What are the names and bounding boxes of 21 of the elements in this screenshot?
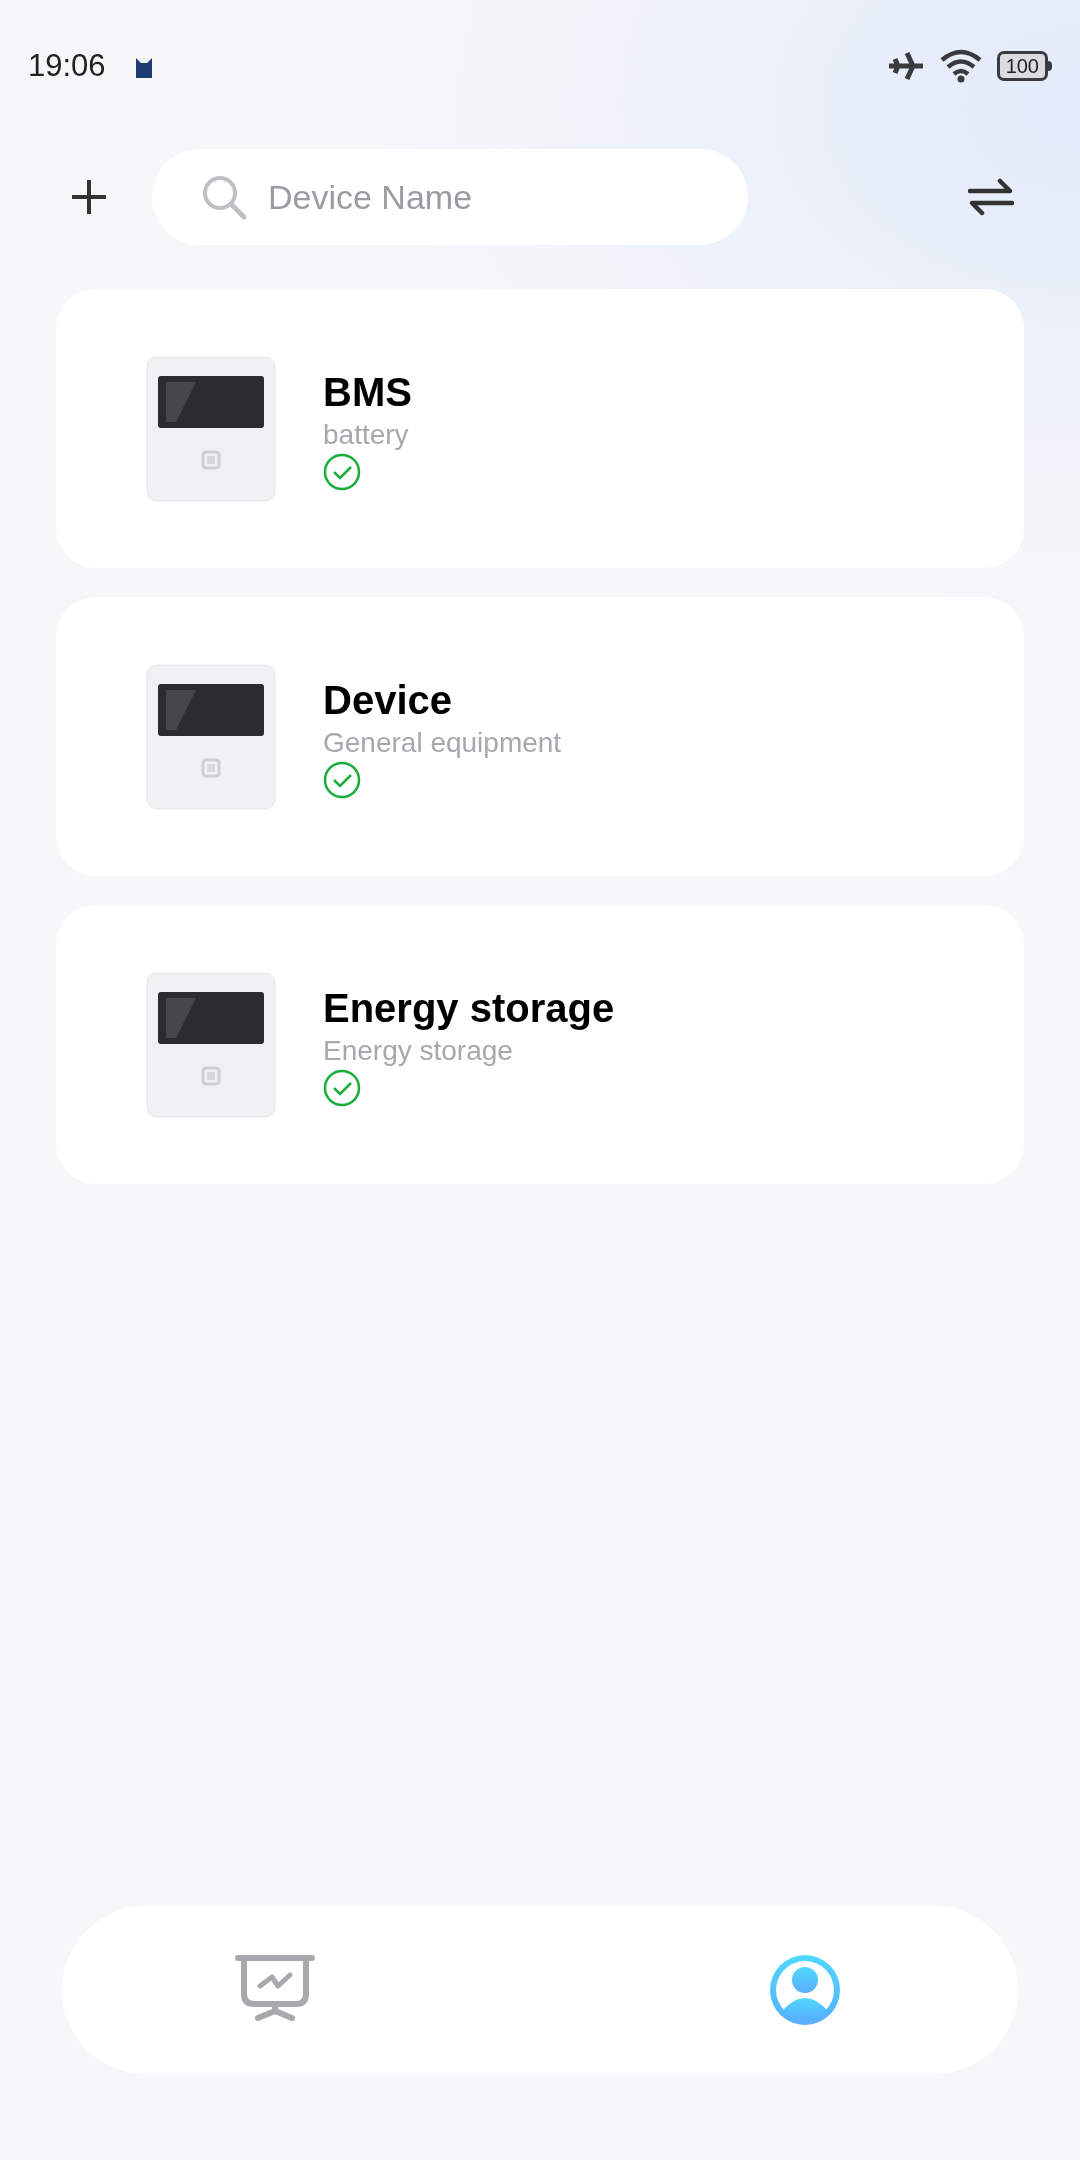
device-card[interactable]: Energy storage Energy storage: [56, 905, 1024, 1184]
device-type: General equipment: [323, 725, 562, 760]
search-icon: [200, 173, 248, 221]
device-card[interactable]: BMS battery: [56, 289, 1024, 568]
airplane-icon: [886, 49, 925, 83]
wifi-icon: [938, 48, 983, 84]
search-field[interactable]: Device Name: [152, 149, 748, 245]
device-type: battery: [323, 417, 410, 452]
plus-icon: [70, 178, 108, 216]
device-picture-icon: [146, 971, 276, 1118]
status-time: 19:06: [28, 46, 106, 85]
device-picture-icon: [146, 663, 276, 810]
user-avatar-icon: [767, 1952, 843, 2028]
device-name: Energy storage: [323, 984, 615, 1032]
swap-arrows-icon: [968, 178, 1014, 216]
battery-level: 100: [996, 51, 1048, 81]
device-card[interactable]: Device General equipment: [56, 597, 1024, 876]
device-name: BMS: [323, 368, 412, 416]
device-name: Device: [323, 676, 453, 724]
device-type: Energy storage: [323, 1033, 514, 1068]
device-picture-icon: [146, 355, 276, 502]
